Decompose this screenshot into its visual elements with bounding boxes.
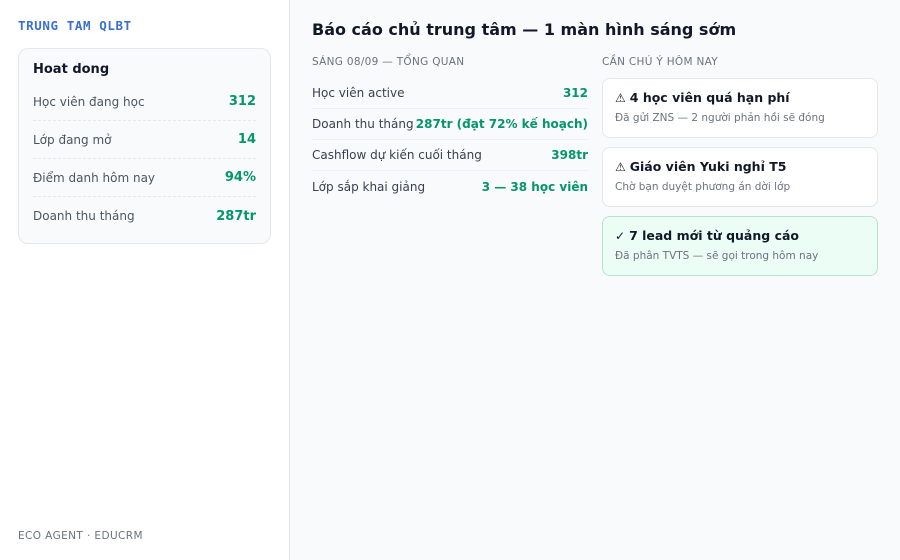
alert-title-row: ✓ 7 lead mới từ quảng cáo xyxy=(615,227,865,245)
page-title: Báo cáo chủ trung tâm — 1 màn hình sáng … xyxy=(312,20,737,39)
alert-title-row: ⚠ 4 học viên quá hạn phí xyxy=(615,89,865,107)
overview-row-cashflow: Cashflow dự kiến cuối tháng 398tr xyxy=(312,140,588,171)
overview-row-value: 3 — 38 học viên xyxy=(481,179,588,194)
attention-label: CẦN CHÚ Ý HÔM NAY xyxy=(602,56,719,68)
sidebar: TRUNG TAM QLBT Hoat dong Học viên đang h… xyxy=(0,0,290,560)
overview-row-value: 287tr (đạt 72% kế hoạch) xyxy=(415,117,588,131)
alert-card-overdue-fees[interactable]: ⚠ 4 học viên quá hạn phí Đã gửi ZNS — 2 … xyxy=(602,78,878,138)
attention-section: CẦN CHÚ Ý HÔM NAY ⚠ 4 học viên quá hạn p… xyxy=(602,54,878,285)
warning-icon: ⚠ xyxy=(615,160,626,174)
overview-row-label: Cashflow dự kiến cuối tháng xyxy=(312,148,482,162)
metric-value: 14 xyxy=(237,132,256,147)
overview-row-label: Học viên active xyxy=(312,86,405,100)
metric-value: 287tr xyxy=(216,208,256,224)
overview-label: SÁNG 08/09 — TỔNG QUAN xyxy=(312,56,465,68)
overview-row-value: 398tr xyxy=(551,148,588,162)
overview-section: SÁNG 08/09 — TỔNG QUAN Học viên active 3… xyxy=(312,54,588,285)
report-columns: SÁNG 08/09 — TỔNG QUAN Học viên active 3… xyxy=(312,54,878,285)
alert-card-new-leads[interactable]: ✓ 7 lead mới từ quảng cáo Đã phân TVTS —… xyxy=(602,216,878,276)
alert-subtitle: Đã gửi ZNS — 2 người phản hồi sẽ đóng xyxy=(615,112,825,124)
app-window: TRUNG TAM QLBT Hoat dong Học viên đang h… xyxy=(0,0,900,560)
metric-value: 312 xyxy=(228,94,256,109)
warning-icon: ⚠ xyxy=(615,91,626,105)
activity-card-title: Hoat dong xyxy=(33,62,110,77)
metric-label: Lớp đang mở xyxy=(33,132,112,147)
metric-label: Doanh thu tháng xyxy=(33,209,135,223)
alert-title: 4 học viên quá hạn phí xyxy=(629,90,790,105)
alert-title: Giáo viên Yuki nghỉ T5 xyxy=(629,159,787,174)
main-panel: Báo cáo chủ trung tâm — 1 màn hình sáng … xyxy=(290,0,900,560)
overview-row-label: Doanh thu tháng xyxy=(312,117,414,131)
overview-row-upcoming-classes: Lớp sắp khai giảng 3 — 38 học viên xyxy=(312,171,588,202)
metric-label: Điểm danh hôm nay xyxy=(33,170,156,185)
alert-title: 7 lead mới từ quảng cáo xyxy=(629,228,799,243)
alert-title-row: ⚠ Giáo viên Yuki nghỉ T5 xyxy=(615,158,865,176)
overview-row-active-students: Học viên active 312 xyxy=(312,78,588,109)
alert-subtitle: Đã phân TVTS — sẽ gọi trong hôm nay xyxy=(615,250,819,262)
overview-row-monthly-revenue: Doanh thu tháng 287tr (đạt 72% kế hoạch) xyxy=(312,109,588,140)
overview-row-label: Lớp sắp khai giảng xyxy=(312,179,426,194)
overview-row-value: 312 xyxy=(562,86,588,100)
metric-row-classes: Lớp đang mở 14 xyxy=(33,121,256,159)
alert-card-teacher-absence[interactable]: ⚠ Giáo viên Yuki nghỉ T5 Chờ bạn duyệt p… xyxy=(602,147,878,207)
metric-value: 94% xyxy=(224,170,256,185)
activity-card: Hoat dong Học viên đang học 312 Lớp đang… xyxy=(18,48,271,244)
metric-row-revenue: Doanh thu tháng 287tr xyxy=(33,197,256,235)
check-icon: ✓ xyxy=(615,229,626,243)
sidebar-footer: ECO AGENT · EDUCRM xyxy=(18,530,143,542)
metric-row-attendance: Điểm danh hôm nay 94% xyxy=(33,159,256,197)
brand-name: TRUNG TAM QLBT xyxy=(18,18,132,33)
alert-subtitle: Chờ bạn duyệt phương án dời lớp xyxy=(615,181,791,193)
metric-row-students: Học viên đang học 312 xyxy=(33,83,256,121)
metric-label: Học viên đang học xyxy=(33,94,145,109)
